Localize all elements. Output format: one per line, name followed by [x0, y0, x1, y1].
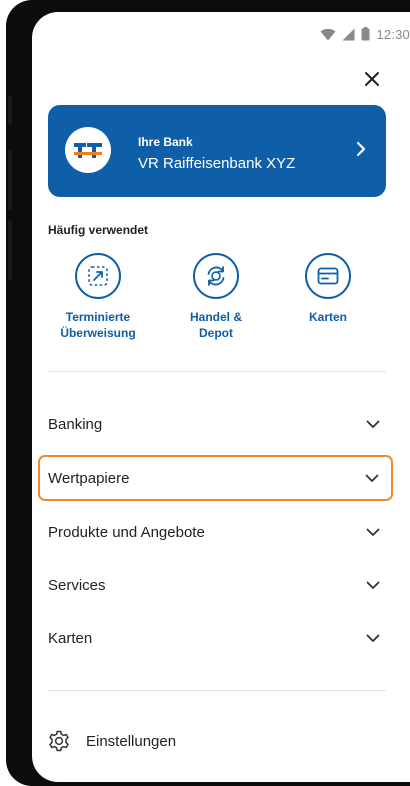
quick-action-scheduled-transfer[interactable]: Terminierte Überweisung [43, 253, 153, 341]
divider [48, 371, 386, 372]
chevron-down-icon [365, 474, 379, 482]
menu-item-label: Karten [48, 629, 93, 647]
status-time: 12:30 [376, 26, 410, 42]
device-side-button [8, 220, 12, 280]
quick-action-circle [193, 253, 239, 299]
quick-action-label: Handel & [189, 310, 242, 324]
settings-label: Einstellungen [86, 732, 177, 750]
quick-action-trading[interactable]: Handel & Depot [161, 253, 271, 341]
exchange-icon [207, 266, 225, 286]
scheduled-transfer-icon [88, 266, 108, 286]
bank-card-name: VR Raiffeisenbank XYZ [138, 155, 296, 172]
wifi-icon [320, 28, 336, 40]
menu-item-banking[interactable]: Banking [48, 401, 386, 447]
quick-action-label: Terminierte [65, 310, 131, 324]
menu-item-label: Wertpapiere [48, 469, 130, 487]
menu-item-label: Services [48, 576, 106, 594]
menu-item-label: Produkte und Angebote [48, 523, 205, 541]
quick-action-label: Depot [199, 326, 233, 340]
quick-action-label: Überweisung [60, 326, 136, 340]
menu-item-cards[interactable]: Karten [48, 615, 386, 661]
card-icon [317, 267, 339, 285]
status-bar: 12:30 [320, 20, 410, 48]
quick-action-label: Karten [308, 310, 347, 324]
bank-card[interactable]: Ihre Bank VR Raiffeisenbank XYZ [48, 105, 386, 197]
chevron-down-icon [366, 420, 380, 428]
menu-item-services[interactable]: Services [48, 562, 386, 608]
bank-card-subtitle: Ihre Bank [138, 135, 193, 149]
battery-icon [361, 27, 370, 41]
section-title-frequent: Häufig verwendet [48, 223, 149, 237]
close-icon [365, 72, 379, 86]
chevron-down-icon [366, 581, 380, 589]
volksbank-logo-icon [73, 140, 103, 160]
device-side-button [8, 95, 12, 125]
bank-logo [65, 127, 111, 173]
device-side-button [8, 150, 12, 210]
divider [48, 690, 386, 691]
gear-icon [49, 730, 69, 752]
menu-item-securities[interactable]: Wertpapiere [38, 455, 393, 501]
chevron-down-icon [366, 528, 380, 536]
settings-button[interactable]: Einstellungen [48, 730, 176, 752]
chevron-right-icon [356, 141, 366, 157]
quick-action-circle [75, 253, 121, 299]
quick-action-cards[interactable]: Karten [273, 253, 383, 325]
app-screen: 12:30 Ihre Bank VR Raiffeisenbank XYZ Hä… [32, 12, 410, 782]
chevron-down-icon [366, 634, 380, 642]
close-button[interactable] [357, 64, 387, 94]
quick-action-circle [305, 253, 351, 299]
signal-icon [342, 28, 355, 40]
menu-item-products[interactable]: Produkte und Angebote [48, 509, 386, 555]
menu-item-label: Banking [48, 415, 103, 433]
